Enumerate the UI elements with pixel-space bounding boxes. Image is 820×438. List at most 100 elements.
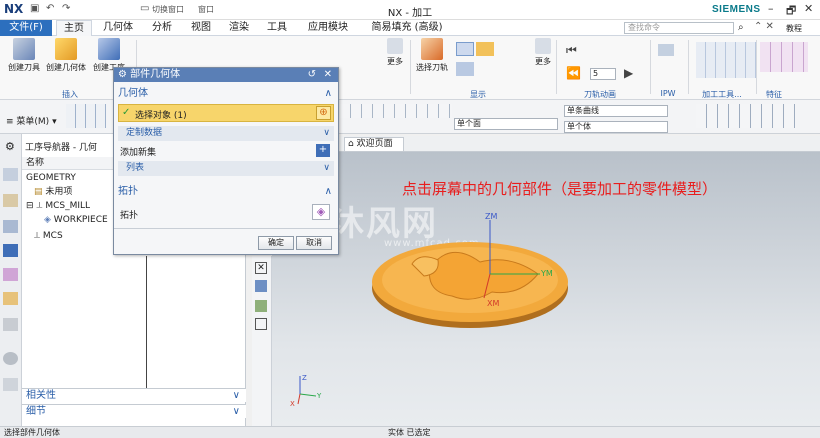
tutorial-button[interactable]: 教程 bbox=[786, 23, 802, 34]
accordion-details[interactable]: 细节 ∨ bbox=[22, 404, 246, 418]
view-toolbar-icons[interactable] bbox=[696, 104, 796, 128]
tree-item-mcs[interactable]: ⟂ MCS bbox=[34, 230, 63, 242]
assembly-navigator-icon[interactable] bbox=[3, 168, 18, 181]
history-icon[interactable] bbox=[3, 352, 18, 365]
cancel-button[interactable]: 取消 bbox=[296, 236, 332, 250]
close-button[interactable]: ✕ bbox=[804, 2, 813, 15]
select-object-row[interactable]: ✓ 选择对象 (1) ⊕ bbox=[118, 104, 334, 122]
search-icon[interactable]: ⌕ bbox=[738, 22, 744, 33]
group-label-machining-tools: 加工工具... bbox=[702, 90, 742, 99]
ribbon-separator bbox=[756, 40, 757, 94]
machine-tool-navigator-icon[interactable] bbox=[3, 268, 18, 281]
reuse-library-icon[interactable] bbox=[3, 318, 18, 331]
gear-icon: ⚙ bbox=[118, 69, 127, 80]
reset-icon[interactable]: ↺ bbox=[308, 69, 316, 80]
wcs-triad: Z Y X bbox=[290, 374, 322, 408]
accordion-dependencies[interactable]: 相关性 ∨ bbox=[22, 388, 246, 402]
layer-icon[interactable] bbox=[255, 300, 267, 312]
select-toolpath-button[interactable]: 选择刀轨 bbox=[412, 38, 452, 73]
select-object-label: 选择对象 (1) bbox=[135, 111, 187, 121]
ipw-icon[interactable] bbox=[658, 44, 674, 56]
settings-gear-icon[interactable]: ⚙ bbox=[5, 140, 15, 153]
dialog-close-icon[interactable]: ✕ bbox=[324, 69, 332, 80]
snap-point-icons[interactable] bbox=[340, 104, 452, 118]
chevron-up-icon: ∧ bbox=[324, 88, 332, 99]
part-model[interactable]: ZM YM XM bbox=[360, 200, 590, 340]
status-prompt: 选择部件几何体 bbox=[4, 428, 60, 437]
column-divider[interactable] bbox=[146, 256, 147, 388]
instruction-annotation: 点击屏幕中的几何部件（是要加工的零件模型） bbox=[402, 180, 718, 198]
curve-rule-select[interactable]: 单条曲线 bbox=[564, 105, 668, 117]
group-label-ipw: IPW bbox=[660, 89, 676, 98]
custom-data-row[interactable]: 定制数据 ∨ bbox=[118, 126, 334, 141]
tree-item-unused[interactable]: ▤ 未用项 bbox=[34, 186, 72, 198]
selection-filter-icons[interactable] bbox=[66, 104, 106, 128]
tree-item-workpiece[interactable]: ◈ WORKPIECE bbox=[44, 214, 108, 226]
menu-button[interactable]: ≡ 菜单(M) ▾ bbox=[6, 114, 57, 127]
command-search-input[interactable]: 查找命令 bbox=[624, 22, 734, 34]
tab-analysis[interactable]: 分析 bbox=[144, 20, 180, 36]
section-geometry[interactable]: 几何体 ∧ bbox=[118, 86, 334, 101]
tab-render[interactable]: 渲染 bbox=[222, 20, 256, 36]
tree-item-geometry[interactable]: GEOMETRY bbox=[26, 172, 76, 184]
status-selection: 实体 已选定 bbox=[388, 428, 431, 437]
topology-icon[interactable]: ◈ bbox=[312, 204, 330, 220]
play-icon[interactable]: ▶ bbox=[624, 66, 633, 80]
face-rule-select[interactable]: 单个面 bbox=[454, 118, 558, 130]
tab-home[interactable]: 主页 bbox=[56, 20, 92, 36]
create-geometry-button[interactable]: 创建几何体 bbox=[46, 38, 86, 73]
group-label-toolpath-animation: 刀轨动画 bbox=[584, 90, 616, 99]
process-studio-icon[interactable] bbox=[3, 378, 18, 391]
minimize-button[interactable]: – bbox=[768, 2, 774, 15]
machining-feature-navigator-icon[interactable] bbox=[3, 292, 18, 305]
coordinate-system-icon: ⟂ bbox=[34, 231, 41, 241]
tab-tools[interactable]: 工具 bbox=[260, 20, 294, 36]
chevron-down-icon: ∨ bbox=[323, 163, 330, 173]
siemens-logo: SIEMENS bbox=[712, 4, 761, 15]
ribbon-separator bbox=[688, 40, 689, 94]
ribbon-separator bbox=[650, 40, 651, 94]
display-icon-1[interactable] bbox=[456, 42, 474, 56]
create-tool-icon bbox=[13, 38, 35, 60]
ribbon-more-button-2[interactable]: 更多 bbox=[530, 38, 556, 67]
ribbon-more-button-1[interactable]: 更多 bbox=[380, 38, 410, 67]
section-topology[interactable]: 拓扑 ∧ bbox=[118, 184, 334, 199]
home-icon: ⌂ bbox=[348, 139, 354, 149]
group-label-feature: 特征 bbox=[766, 90, 782, 99]
constraint-navigator-icon[interactable] bbox=[3, 194, 18, 207]
tab-easy-fill[interactable]: 简易填充 (高级) bbox=[362, 20, 452, 36]
list-row[interactable]: 列表 ∨ bbox=[118, 161, 334, 176]
create-tool-button[interactable]: 创建刀具 bbox=[4, 38, 44, 73]
display-icon-3[interactable] bbox=[456, 62, 474, 76]
zm-label: ZM bbox=[485, 212, 497, 221]
ribbon-toggle-icons[interactable]: ⌃ ✕ bbox=[754, 21, 774, 32]
more-icon-2 bbox=[535, 38, 551, 54]
display-icon-2[interactable] bbox=[476, 42, 494, 56]
group-label-insert: 插入 bbox=[62, 90, 78, 99]
tab-geometry[interactable]: 几何体 bbox=[98, 20, 138, 36]
tree-item-mcs-mill[interactable]: ⊟ ⟂ MCS_MILL bbox=[26, 200, 90, 212]
ok-button[interactable]: 确定 bbox=[258, 236, 294, 250]
deselect-icon[interactable]: ✕ bbox=[255, 262, 267, 274]
rewind-icon[interactable]: ⏮ bbox=[566, 43, 577, 58]
tab-view[interactable]: 视图 bbox=[184, 20, 218, 36]
animation-speed-select[interactable]: 5 bbox=[590, 68, 616, 80]
tab-welcome-page[interactable]: ⌂ 欢迎页面 bbox=[344, 137, 404, 151]
crosshair-select-icon[interactable]: ⊕ bbox=[316, 106, 331, 120]
part-navigator-icon[interactable] bbox=[3, 220, 18, 233]
machining-tools-icons[interactable] bbox=[696, 42, 756, 78]
operation-navigator-icon[interactable] bbox=[3, 244, 18, 257]
create-operation-icon bbox=[98, 38, 120, 60]
more-icon bbox=[387, 38, 403, 54]
feature-icons[interactable] bbox=[760, 42, 808, 72]
tab-application[interactable]: 应用模块 bbox=[298, 20, 358, 36]
add-set-plus-icon[interactable]: + bbox=[316, 144, 330, 157]
step-back-icon[interactable]: ⏪ bbox=[566, 66, 581, 80]
x-label: X bbox=[290, 400, 295, 408]
ribbon-separator bbox=[410, 40, 411, 94]
snap-view-icon[interactable] bbox=[255, 280, 267, 292]
file-menu[interactable]: 文件(F) bbox=[0, 20, 52, 36]
clip-section-icon[interactable] bbox=[255, 318, 267, 330]
body-rule-select[interactable]: 单个体 bbox=[564, 121, 668, 133]
restore-button[interactable]: 🗗 bbox=[786, 2, 796, 21]
